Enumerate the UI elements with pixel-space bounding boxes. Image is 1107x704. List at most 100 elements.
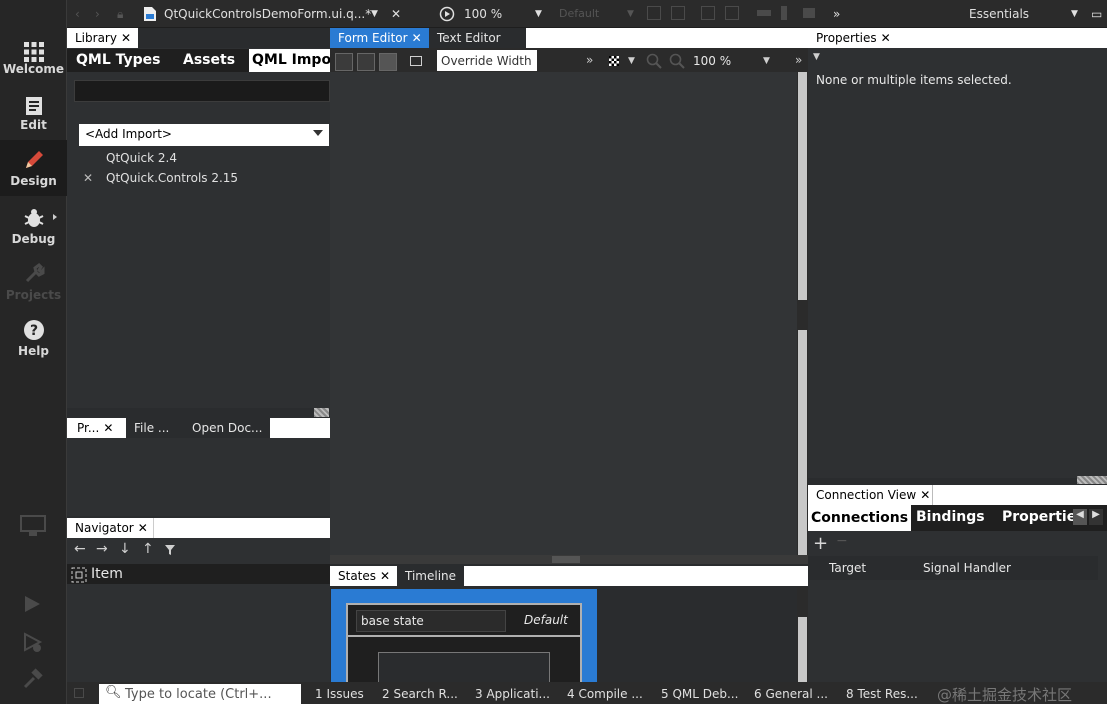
close-icon[interactable]: ✕: [920, 488, 930, 502]
navigator-tab[interactable]: Navigator ✕: [67, 518, 156, 538]
states-scrollbar[interactable]: [797, 587, 808, 682]
background-dropdown-arrow-icon[interactable]: ▼: [628, 56, 635, 66]
close-icon[interactable]: ✕: [881, 31, 891, 45]
toolbar-overflow-icon[interactable]: »: [795, 53, 802, 67]
reset-view-icon[interactable]: [410, 56, 422, 66]
mode-projects[interactable]: Projects: [0, 256, 67, 312]
scrollbar-thumb[interactable]: [798, 330, 807, 555]
close-icon[interactable]: ✕: [412, 31, 422, 45]
form-editor-canvas[interactable]: [330, 72, 808, 555]
arrow-down-icon[interactable]: ↓: [119, 541, 131, 557]
add-import-dropdown[interactable]: <Add Import>: [79, 124, 329, 146]
editor-horizontal-scrollbar[interactable]: [330, 555, 808, 564]
toolbar-overflow-icon[interactable]: »: [586, 53, 593, 67]
arrow-left-icon[interactable]: ←: [74, 541, 86, 557]
live-preview-icon[interactable]: [439, 6, 455, 22]
tab-connections[interactable]: Connections: [808, 505, 912, 531]
layout-tool-icon[interactable]: [725, 6, 739, 20]
tab-timeline[interactable]: Timeline: [397, 566, 464, 586]
arrow-right-icon[interactable]: →: [96, 541, 108, 557]
editor-vertical-scrollbar[interactable]: [797, 72, 808, 555]
zoom-out-icon[interactable]: [669, 53, 685, 69]
open-file-name[interactable]: QtQuickControlsDemoForm.ui.q...*: [164, 7, 371, 21]
close-icon[interactable]: ✕: [380, 569, 390, 583]
tab-file-system[interactable]: File ...: [126, 418, 192, 438]
output-pane-search-results[interactable]: 2 Search R...: [382, 687, 458, 701]
close-icon[interactable]: ✕: [103, 421, 113, 435]
style-selector[interactable]: Default: [559, 7, 599, 20]
scrollbar-thumb[interactable]: [798, 72, 807, 300]
add-connection-icon[interactable]: +: [813, 533, 828, 554]
debug-expand-arrow-icon[interactable]: [53, 214, 57, 220]
scrollbar-thumb[interactable]: [552, 556, 580, 563]
background-color-icon[interactable]: [609, 56, 619, 66]
scrollbar-thumb[interactable]: [798, 617, 807, 682]
tab-text-editor[interactable]: Text Editor: [429, 28, 526, 48]
output-pane-compile[interactable]: 4 Compile ...: [567, 687, 643, 701]
resize-grip[interactable]: [1077, 476, 1107, 484]
output-pane-qml-debugger[interactable]: 5 QML Deb...: [661, 687, 738, 701]
tab-qml-types[interactable]: QML Types: [76, 52, 161, 68]
tab-scroll-left-icon[interactable]: ◀: [1073, 509, 1087, 525]
debug-run-icon[interactable]: [22, 632, 44, 654]
state-name-field[interactable]: base state: [356, 610, 506, 632]
bounds-icon[interactable]: [379, 53, 397, 71]
zoom-dropdown-arrow-icon[interactable]: ▼: [535, 9, 542, 19]
resize-grip[interactable]: [314, 408, 329, 417]
style-dropdown-arrow-icon[interactable]: ▼: [627, 9, 634, 19]
mode-debug[interactable]: Debug: [0, 200, 67, 256]
snap-icon[interactable]: [335, 53, 353, 71]
import-item[interactable]: QtQuick 2.4: [106, 151, 177, 165]
tab-open-documents[interactable]: Open Doc...: [184, 418, 270, 438]
tab-scroll-right-icon[interactable]: ▶: [1089, 509, 1103, 525]
library-search-input[interactable]: [74, 80, 330, 102]
arrow-up-icon[interactable]: ↑: [142, 541, 154, 557]
monitor-icon[interactable]: [20, 515, 46, 537]
layout-tool-icon[interactable]: [701, 6, 715, 20]
output-pane-test-results[interactable]: 8 Test Res...: [846, 687, 918, 701]
base-state-card[interactable]: base state Default: [331, 589, 597, 684]
tab-bindings[interactable]: Bindings: [916, 509, 985, 525]
output-pane-issues[interactable]: 1 Issues: [315, 687, 364, 701]
layout-tool-icon[interactable]: [671, 6, 685, 20]
editor-zoom-dropdown-arrow-icon[interactable]: ▼: [763, 56, 770, 66]
layout-tool-icon[interactable]: [647, 6, 661, 20]
editor-zoom-value[interactable]: 100 %: [693, 54, 731, 68]
build-hammer-icon[interactable]: [22, 668, 44, 690]
tab-states[interactable]: States ✕: [330, 566, 397, 586]
output-pane-general[interactable]: 6 General ...: [754, 687, 828, 701]
properties-menu-arrow-icon[interactable]: ▼: [813, 52, 820, 62]
properties-tab[interactable]: Properties ✕: [808, 28, 898, 48]
tab-qml-imports[interactable]: QML Imports: [249, 49, 330, 72]
output-pane-application[interactable]: 3 Applicati...: [475, 687, 550, 701]
remove-connection-icon[interactable]: −: [836, 533, 848, 549]
file-dropdown-arrow-icon[interactable]: ▼: [371, 9, 378, 19]
toolbar-zoom-value[interactable]: 100 %: [464, 7, 502, 21]
connection-view-tab[interactable]: Connection View ✕: [808, 485, 932, 505]
run-icon[interactable]: [22, 594, 42, 614]
back-arrow-icon[interactable]: ‹: [75, 7, 80, 21]
locator-input[interactable]: 🔍︎ Type to locate (Ctrl+...: [99, 684, 301, 704]
tab-projects[interactable]: Pr... ✕: [69, 418, 126, 438]
close-icon[interactable]: ✕: [121, 31, 131, 45]
mode-design[interactable]: Design: [0, 140, 67, 196]
close-icon[interactable]: ✕: [138, 521, 148, 535]
forward-arrow-icon[interactable]: ›: [95, 7, 100, 21]
layout-tool-icon[interactable]: [757, 10, 771, 16]
close-file-icon[interactable]: ✕: [391, 7, 401, 21]
layout-tool-icon[interactable]: [803, 8, 815, 18]
workspace-selector[interactable]: Essentials: [969, 7, 1029, 21]
navigator-row[interactable]: Item: [67, 564, 330, 584]
anchor-icon[interactable]: [357, 53, 375, 71]
tab-assets[interactable]: Assets: [183, 52, 235, 68]
override-width-input[interactable]: Override Width: [437, 50, 537, 71]
library-tab[interactable]: Library ✕: [67, 28, 138, 48]
toggle-sidebar-icon[interactable]: [74, 688, 84, 698]
tab-form-editor[interactable]: Form Editor ✕: [330, 28, 429, 48]
mode-help[interactable]: ? Help: [0, 312, 67, 368]
layout-tool-icon[interactable]: [781, 6, 787, 20]
toolbar-overflow-icon[interactable]: »: [833, 7, 840, 21]
zoom-in-icon[interactable]: [646, 53, 662, 69]
remove-import-icon[interactable]: ✕: [83, 171, 93, 185]
import-item[interactable]: QtQuick.Controls 2.15: [106, 171, 238, 185]
